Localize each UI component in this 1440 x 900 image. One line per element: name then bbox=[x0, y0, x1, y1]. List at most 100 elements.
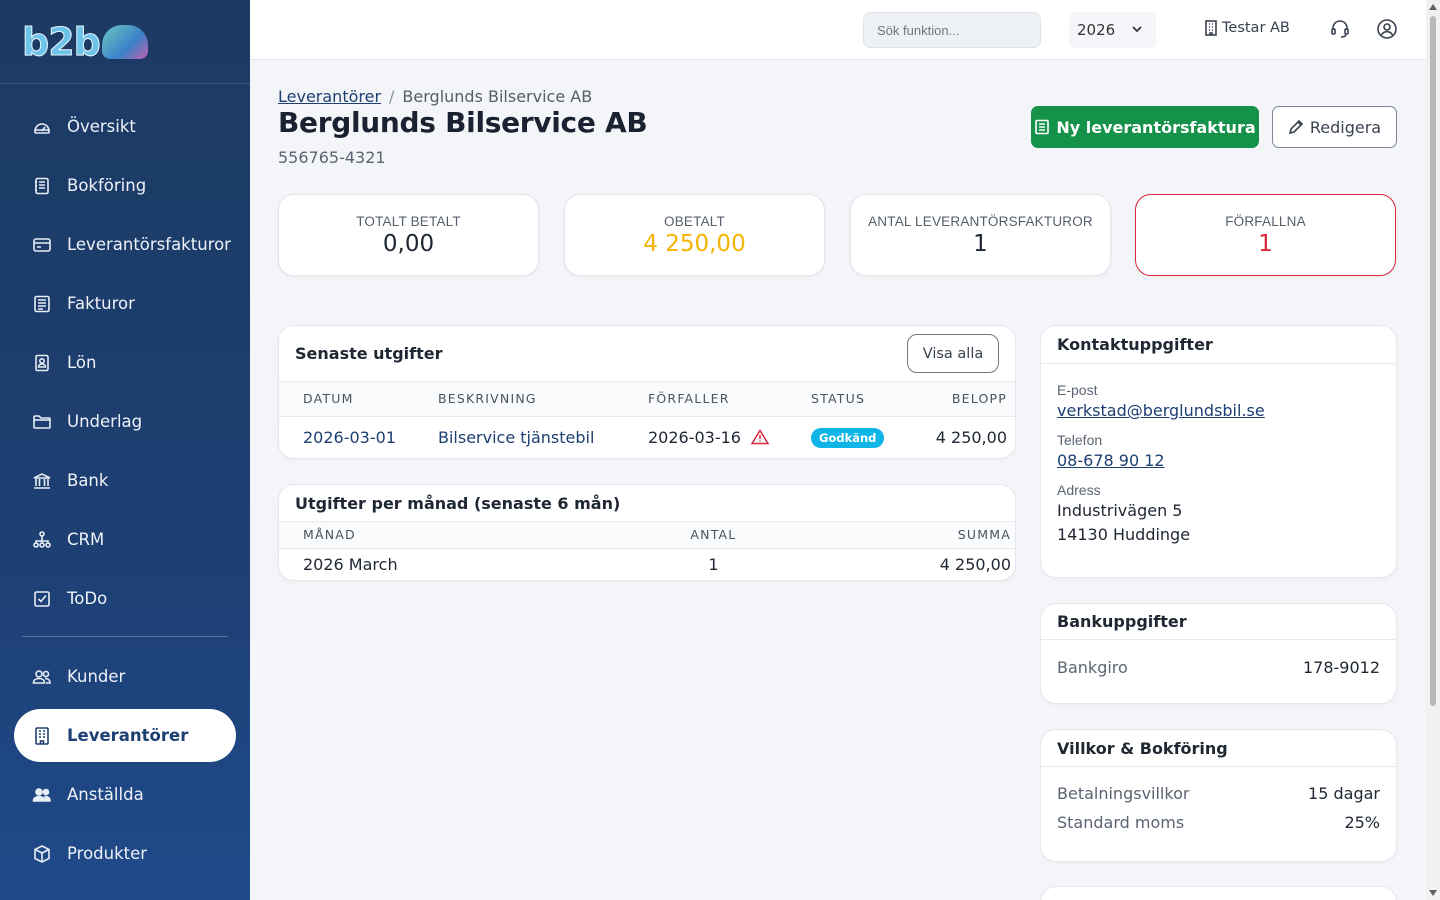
card-header: Senaste utgifter Visa alla bbox=[279, 326, 1015, 382]
expense-due-cell: 2026-03-16 bbox=[648, 416, 811, 458]
view-all-button[interactable]: Visa alla bbox=[907, 334, 999, 373]
sidebar-item-label: Anställda bbox=[67, 785, 144, 804]
payment-terms-value: 15 dagar bbox=[1308, 784, 1380, 803]
badge-icon bbox=[32, 353, 52, 373]
year-value: 2026 bbox=[1077, 21, 1116, 39]
address-line1: Industrivägen 5 bbox=[1057, 501, 1183, 520]
sidebar-item-label: Bank bbox=[67, 471, 109, 490]
bankgiro-value: 178-9012 bbox=[1302, 658, 1380, 677]
breadcrumb-separator: / bbox=[389, 87, 395, 106]
card-title: Utgifter per månad (senaste 6 mån) bbox=[295, 493, 621, 513]
monthly-expenses-table: MÅNAD ANTAL SUMMA 2026 March 1 4 250,00 bbox=[279, 522, 1015, 580]
warning-icon bbox=[750, 428, 770, 444]
vat-value: 25% bbox=[1344, 813, 1380, 832]
expense-description-link[interactable]: Bilservice tjänstebil bbox=[438, 416, 648, 458]
vat-row: Standard moms 25% bbox=[1041, 813, 1396, 832]
stat-value: 1 bbox=[973, 231, 988, 257]
breadcrumb: Leverantörer / Berglunds Bilservice AB bbox=[278, 87, 592, 106]
stat-total-paid: TOTALT BETALT 0,00 bbox=[278, 194, 539, 276]
sidebar-item-oversikt[interactable]: Översikt bbox=[0, 97, 250, 156]
new-supplier-invoice-button[interactable]: Ny leverantörsfaktura bbox=[1031, 106, 1259, 148]
stat-value: 4 250,00 bbox=[643, 231, 746, 257]
chevron-down-icon bbox=[1132, 26, 1142, 33]
stat-label: FÖRFALLNA bbox=[1225, 214, 1306, 229]
invoice-icon bbox=[32, 294, 52, 314]
invoice-icon bbox=[1035, 119, 1050, 135]
support-headset-icon[interactable] bbox=[1329, 18, 1351, 40]
stat-unpaid: OBETALT 4 250,00 bbox=[564, 194, 825, 276]
column-header[interactable]: BESKRIVNING bbox=[438, 382, 648, 417]
column-header: SUMMA bbox=[784, 522, 1015, 549]
address-line2: 14130 Huddinge bbox=[1057, 525, 1191, 544]
year-select[interactable]: 2026 bbox=[1069, 12, 1156, 48]
column-header[interactable]: BELOPP bbox=[909, 382, 1015, 417]
edit-button[interactable]: Redigera bbox=[1272, 106, 1397, 148]
scroll-down-arrow-icon[interactable] bbox=[1429, 890, 1437, 896]
column-header[interactable]: STATUS bbox=[811, 382, 910, 417]
sidebar-item-label: Underlag bbox=[67, 412, 143, 431]
table-row[interactable]: 2026-03-01 Bilservice tjänstebil 2026-03… bbox=[279, 416, 1015, 458]
scroll-up-arrow-icon[interactable] bbox=[1429, 4, 1437, 10]
stat-value: 0,00 bbox=[382, 231, 435, 257]
breadcrumb-current: Berglunds Bilservice AB bbox=[402, 87, 593, 106]
expense-due-date: 2026-03-16 bbox=[648, 427, 741, 447]
table-header-row: DATUM BESKRIVNING FÖRFALLER STATUS BELOP… bbox=[279, 382, 1015, 417]
sidebar-item-underlag[interactable]: Underlag bbox=[0, 392, 250, 451]
column-header[interactable]: FÖRFALLER bbox=[648, 382, 811, 417]
email-link[interactable]: verkstad@berglundsbil.se bbox=[1057, 401, 1265, 420]
payment-terms-row: Betalningsvillkor 15 dagar bbox=[1041, 784, 1396, 803]
sidebar-item-bokforing[interactable]: Bokföring bbox=[0, 156, 250, 215]
sidebar: b2b Översikt Bokföring Leverantörsfaktur… bbox=[0, 0, 250, 900]
logo[interactable]: b2b bbox=[0, 0, 250, 84]
column-header[interactable]: DATUM bbox=[279, 382, 438, 417]
sidebar-item-label: CRM bbox=[67, 530, 105, 549]
recent-expenses-table: DATUM BESKRIVNING FÖRFALLER STATUS BELOP… bbox=[279, 382, 1015, 458]
vat-label: Standard moms bbox=[1057, 813, 1185, 832]
sidebar-item-produkter[interactable]: Produkter bbox=[0, 824, 250, 883]
stat-value: 1 bbox=[1258, 231, 1273, 257]
sidebar-item-label: Leverantörsfakturor bbox=[67, 235, 231, 254]
sidebar-item-label: Bokföring bbox=[67, 176, 147, 195]
email-label: E-post bbox=[1057, 382, 1098, 398]
sidebar-item-crm[interactable]: CRM bbox=[0, 510, 250, 569]
scrollbar-thumb[interactable] bbox=[1430, 16, 1436, 706]
phone-label: Telefon bbox=[1057, 432, 1103, 448]
sidebar-item-leverantorsfakturor[interactable]: Leverantörsfakturor bbox=[0, 215, 250, 274]
user-account-icon[interactable] bbox=[1376, 18, 1398, 40]
sidebar-item-leverantorer[interactable]: Leverantörer bbox=[14, 709, 236, 762]
table-row: 2026 March 1 4 250,00 bbox=[279, 548, 1015, 580]
card-header: Bankuppgifter bbox=[1041, 604, 1396, 640]
box-icon bbox=[32, 844, 52, 864]
sidebar-item-bank[interactable]: Bank bbox=[0, 451, 250, 510]
recent-expenses-card: Senaste utgifter Visa alla DATUM BESKRIV… bbox=[278, 325, 1016, 459]
network-icon bbox=[32, 530, 52, 550]
sidebar-item-kunder[interactable]: Kunder bbox=[0, 647, 250, 706]
search-input[interactable] bbox=[863, 12, 1041, 48]
phone-link[interactable]: 08-678 90 12 bbox=[1057, 451, 1165, 470]
expense-status-cell: Godkänd bbox=[811, 416, 909, 458]
monthly-expenses-card: Utgifter per månad (senaste 6 mån) MÅNAD… bbox=[278, 484, 1016, 581]
address-label: Adress bbox=[1057, 482, 1101, 498]
expense-date-link[interactable]: 2026-03-01 bbox=[279, 416, 438, 458]
sidebar-item-todo[interactable]: ToDo bbox=[0, 569, 250, 628]
page-title: Berglunds Bilservice AB bbox=[278, 106, 648, 139]
contact-card: Kontaktuppgifter E-post verkstad@berglun… bbox=[1040, 325, 1397, 578]
logo-mascot-icon bbox=[101, 24, 148, 59]
card-header: Villkor & Bokföring bbox=[1041, 730, 1396, 767]
page-scrollbar[interactable] bbox=[1426, 0, 1440, 900]
sidebar-item-label: Produkter bbox=[67, 844, 148, 863]
logo-text: b2b bbox=[22, 19, 102, 64]
card-header: Kontaktuppgifter bbox=[1041, 326, 1396, 364]
org-number: 556765-4321 bbox=[278, 148, 386, 167]
edit-label: Redigera bbox=[1309, 117, 1382, 137]
terms-card: Villkor & Bokföring Betalningsvillkor 15… bbox=[1040, 729, 1397, 862]
sidebar-item-label: Fakturor bbox=[67, 294, 135, 313]
card-title: Senaste utgifter bbox=[295, 344, 443, 363]
breadcrumb-link-leverantorer[interactable]: Leverantörer bbox=[278, 87, 381, 106]
sidebar-item-lon[interactable]: Lön bbox=[0, 333, 250, 392]
column-header: ANTAL bbox=[642, 522, 785, 549]
sidebar-item-fakturor[interactable]: Fakturor bbox=[0, 274, 250, 333]
company-switcher[interactable]: Testar AB bbox=[1204, 20, 1290, 36]
sidebar-item-anstallda[interactable]: Anställda bbox=[0, 765, 250, 824]
card-title: Kontaktuppgifter bbox=[1057, 335, 1213, 354]
